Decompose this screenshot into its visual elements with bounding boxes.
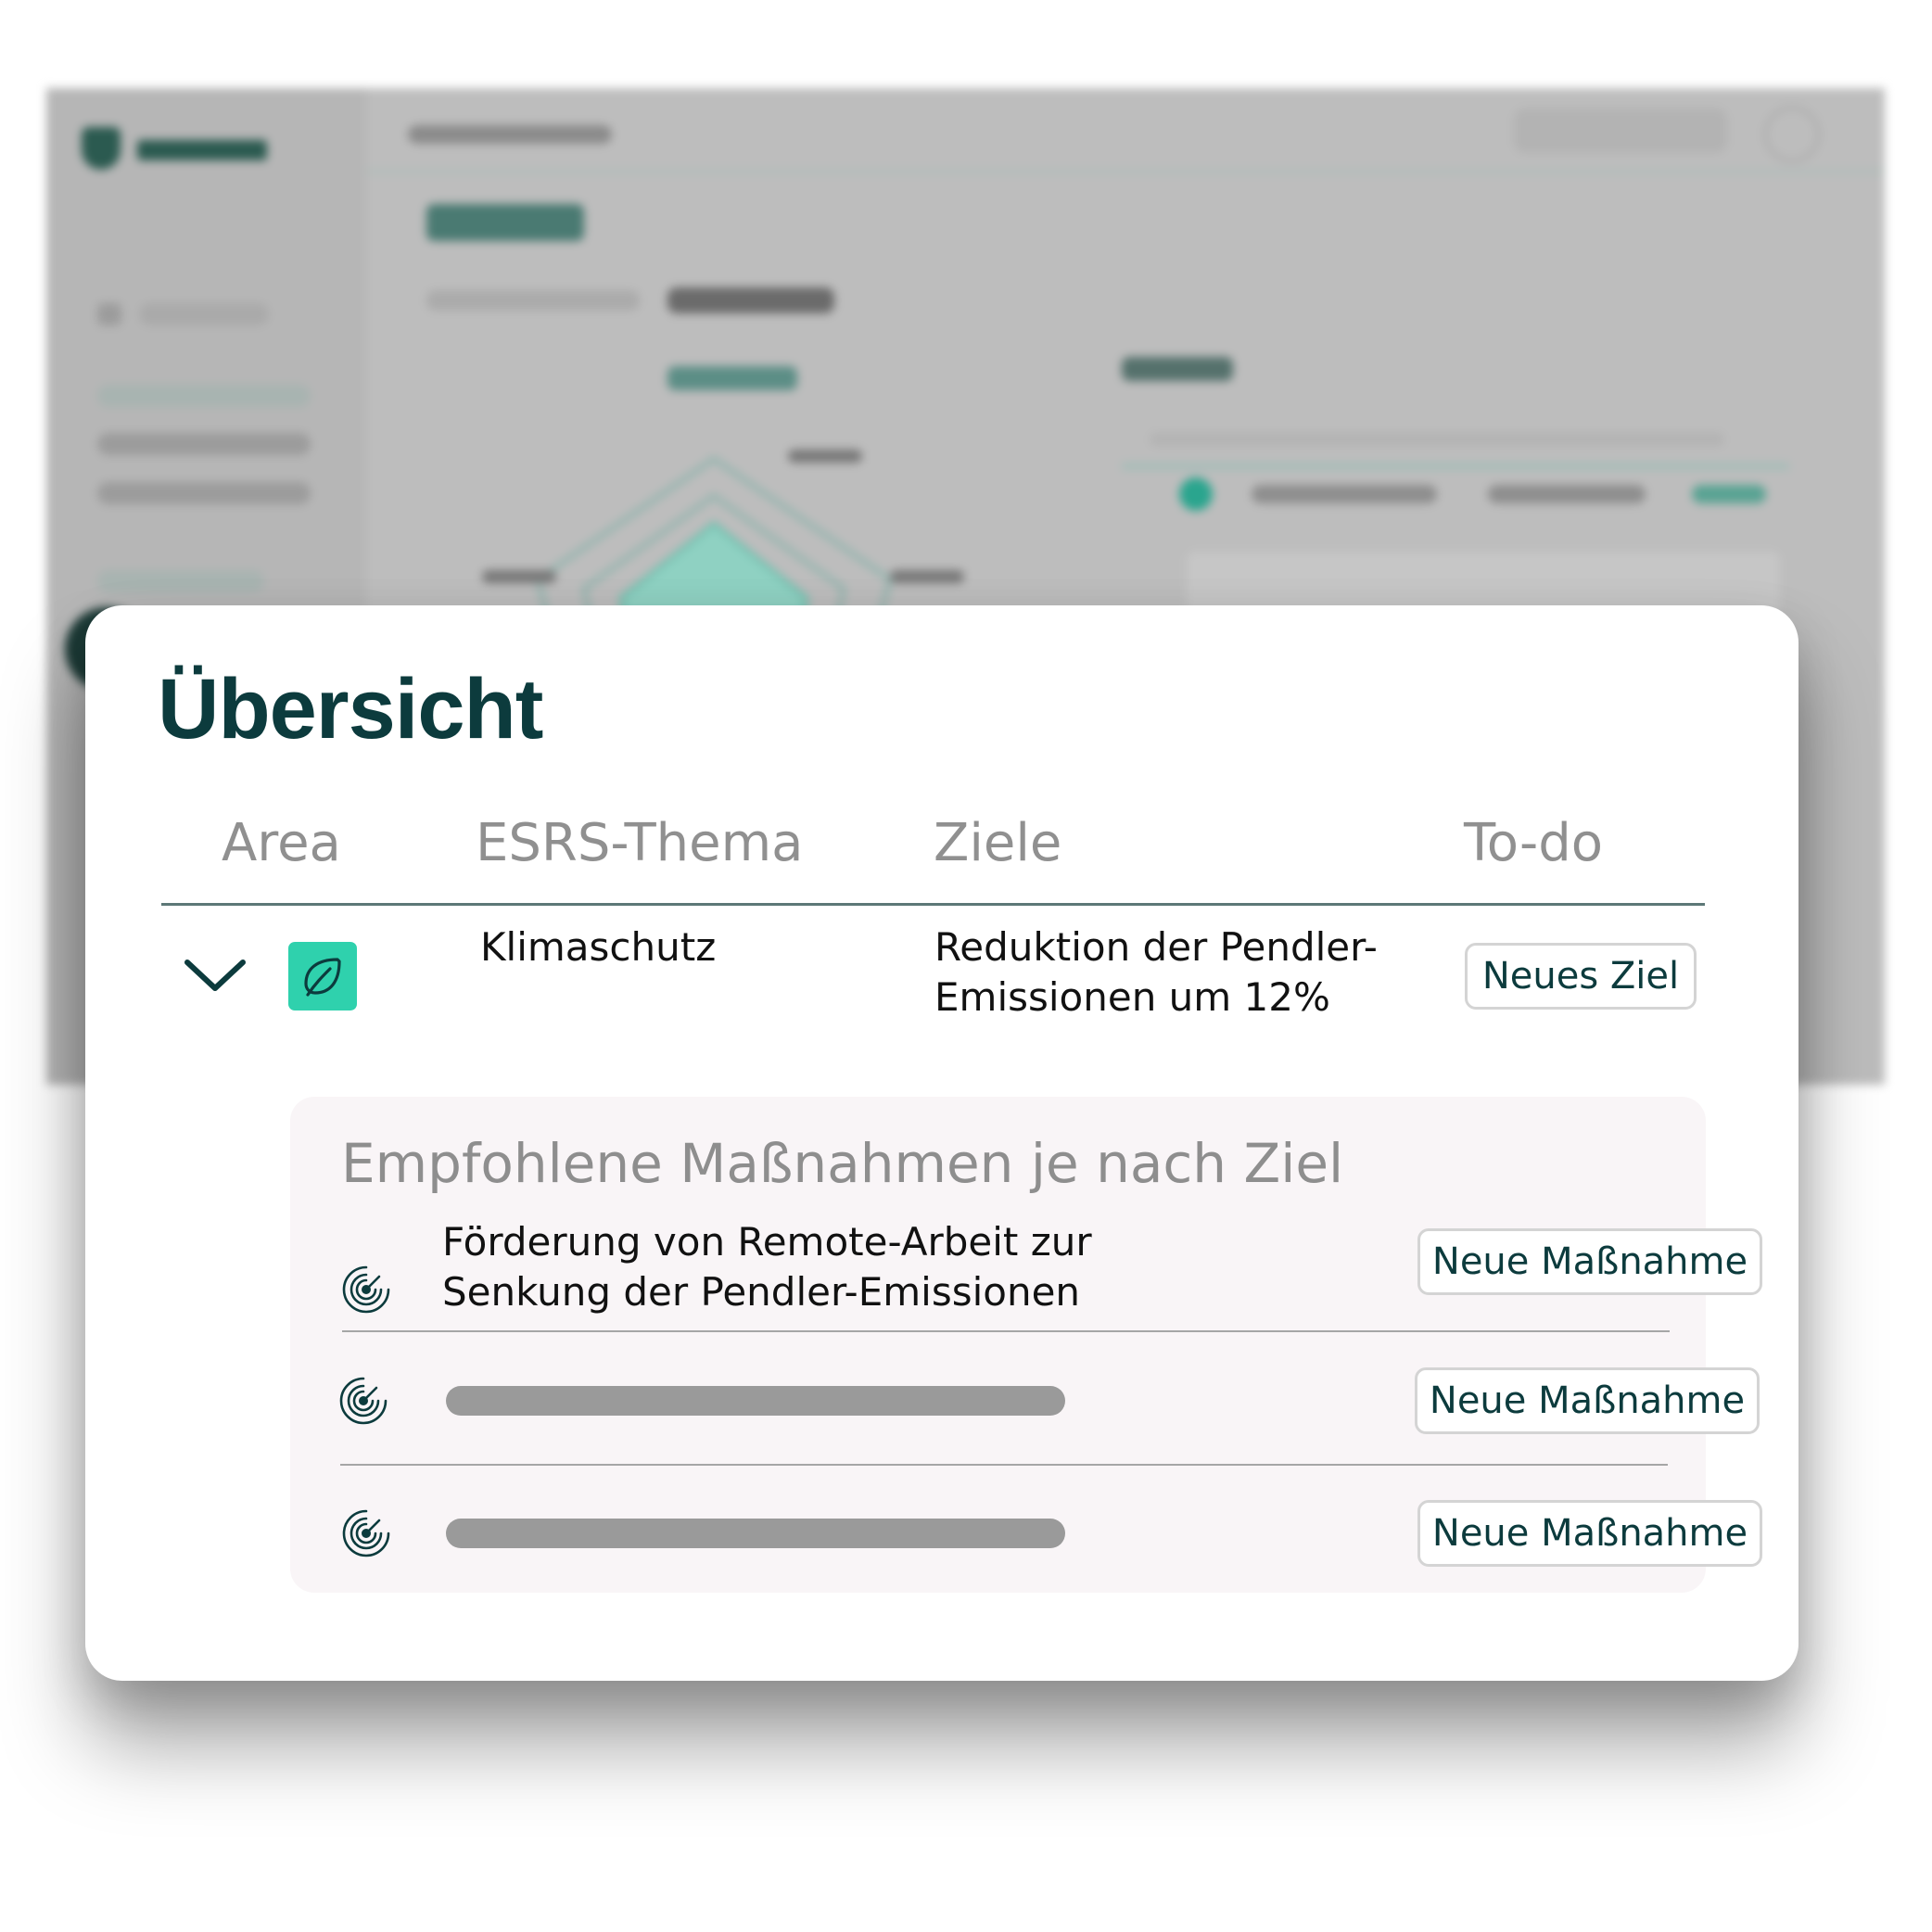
column-header-ziele: Ziele (934, 813, 1062, 873)
recommendation-text: Förderung von Remote-Arbeit zur Senkung … (442, 1217, 1092, 1317)
new-measure-button[interactable]: Neue Maßnahme (1417, 1500, 1762, 1567)
leaf-icon (304, 958, 341, 997)
background-sidebar-item (97, 433, 311, 455)
background-cell-bar (1252, 485, 1437, 503)
list-divider (342, 1330, 1670, 1332)
background-sidebar-item (97, 385, 311, 407)
column-header-esrs-thema: ESRS-Thema (476, 813, 804, 873)
background-page-title (426, 204, 584, 241)
background-logo (82, 127, 267, 173)
target-icon (342, 1265, 390, 1314)
background-cell-bar (1488, 485, 1646, 503)
background-sidebar-item (97, 570, 264, 592)
list-divider (340, 1464, 1668, 1466)
goal-cell: Reduktion der Pendler- Emissionen um 12% (934, 922, 1417, 1023)
target-icon (339, 1377, 388, 1425)
background-filter-label (426, 290, 640, 311)
recommendations-panel: Empfohlene Maßnahmen je nach Ziel Förder… (290, 1097, 1762, 1593)
background-sidebar-item (139, 303, 269, 325)
header-divider (161, 903, 1705, 906)
background-sidebar-item (97, 482, 311, 504)
recommendation-text-line: Senkung der Pendler-Emissionen (442, 1269, 1081, 1315)
goal-text-line: Emissionen um 12% (934, 974, 1330, 1020)
list-item: Förderung von Remote-Arbeit zur Senkung … (290, 1217, 1762, 1328)
background-radar-title (667, 366, 797, 390)
background-right-title (1122, 357, 1233, 381)
target-icon (342, 1509, 390, 1557)
area-badge (288, 942, 357, 1010)
background-table-header (1150, 433, 1724, 446)
background-sidebar-icon (97, 303, 121, 325)
chevron-down-icon[interactable] (178, 944, 252, 1009)
list-item: Neue Maßnahme (290, 1472, 1762, 1583)
new-measure-button[interactable]: Neue Maßnahme (1415, 1367, 1760, 1434)
recommendations-title: Empfohlene Maßnahmen je nach Ziel (341, 1132, 1344, 1195)
background-search (1514, 108, 1727, 153)
new-goal-button[interactable]: Neues Ziel (1465, 943, 1697, 1010)
background-cell-link (1692, 485, 1766, 503)
new-measure-button[interactable]: Neue Maßnahme (1417, 1228, 1762, 1295)
recommendation-text-line: Förderung von Remote-Arbeit zur (442, 1219, 1092, 1265)
background-table-rule (1122, 464, 1789, 469)
column-header-area: Area (222, 813, 341, 873)
list-item: Neue Maßnahme (290, 1340, 1760, 1451)
placeholder-text-bar (446, 1386, 1065, 1416)
background-status-dot (1179, 477, 1213, 511)
esrs-topic-cell: Klimaschutz (480, 924, 717, 970)
background-filter-value (667, 287, 834, 313)
background-help-icon (1764, 107, 1820, 162)
overview-card: Übersicht Area ESRS-Thema Ziele To-do Kl… (85, 605, 1799, 1681)
goal-text-line: Reduktion der Pendler- (934, 924, 1378, 970)
background-breadcrumb (408, 125, 612, 144)
column-header-todo: To-do (1464, 813, 1604, 873)
card-title: Übersicht (158, 662, 543, 756)
placeholder-text-bar (446, 1519, 1065, 1548)
